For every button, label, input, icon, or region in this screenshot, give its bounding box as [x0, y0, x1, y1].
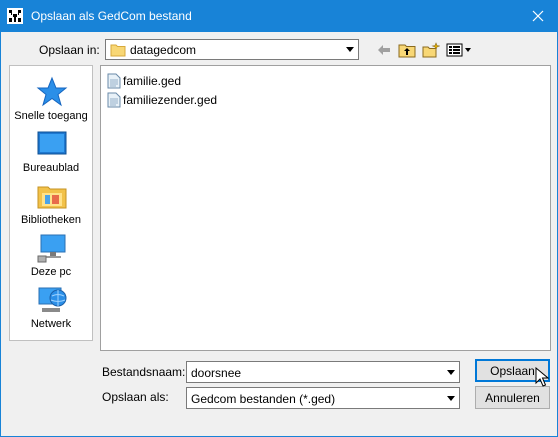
- filename-label: Bestandsnaam:: [102, 365, 186, 379]
- places-bar: Snelle toegang Bureaublad Bibliotheken D…: [9, 65, 93, 341]
- new-folder-button[interactable]: [421, 41, 441, 59]
- folder-icon: [110, 44, 126, 57]
- filename-value: doorsnee: [191, 366, 242, 380]
- save-dialog: Opslaan als GedCom bestand Opslaan in: d…: [0, 0, 558, 437]
- filetype-value: Gedcom bestanden (*.ged): [191, 392, 336, 406]
- close-icon: [532, 10, 544, 22]
- filename-input[interactable]: doorsnee: [186, 361, 460, 383]
- place-label: Snelle toegang: [14, 110, 88, 122]
- lookin-combo[interactable]: datagedcom: [105, 39, 359, 60]
- lookin-label: Opslaan in:: [39, 43, 100, 57]
- filename-dropdown-button[interactable]: [443, 362, 459, 382]
- file-name: familiezender.ged: [123, 92, 218, 107]
- file-icon: [107, 73, 121, 88]
- file-list[interactable]: familie.ged familiezender.ged: [100, 65, 551, 351]
- place-label: Bureaublad: [22, 162, 80, 174]
- dialog-title: Opslaan als GedCom bestand: [31, 9, 192, 23]
- place-label: Netwerk: [30, 318, 72, 330]
- chevron-down-icon: [346, 47, 354, 52]
- list-item[interactable]: familiezender.ged: [107, 91, 217, 108]
- file-name: familie.ged: [123, 73, 182, 88]
- new-folder-icon: [422, 42, 440, 58]
- cancel-button-label: Annuleren: [485, 390, 540, 405]
- title-bar[interactable]: Opslaan als GedCom bestand: [1, 1, 557, 32]
- filetype-label: Opslaan als:: [102, 390, 169, 404]
- place-desktop[interactable]: Bureaublad: [10, 126, 92, 178]
- place-label: Deze pc: [30, 266, 72, 278]
- view-menu-icon: [446, 43, 471, 57]
- ancestry-tree-icon: [7, 8, 23, 24]
- back-arrow-icon: [378, 45, 390, 55]
- cancel-button[interactable]: Annuleren: [475, 386, 550, 409]
- back-button[interactable]: [375, 41, 393, 59]
- network-icon: [38, 287, 67, 312]
- desktop-icon: [37, 131, 67, 155]
- save-button-label: Opslaan: [490, 363, 535, 378]
- place-quick-access[interactable]: Snelle toegang: [10, 74, 92, 126]
- place-network[interactable]: Netwerk: [10, 282, 92, 334]
- list-item[interactable]: familie.ged: [107, 72, 181, 89]
- up-folder-icon: [398, 44, 416, 58]
- chevron-down-icon: [447, 369, 455, 375]
- computer-icon: [37, 234, 66, 263]
- lookin-value: datagedcom: [130, 43, 197, 57]
- place-this-pc[interactable]: Deze pc: [10, 230, 92, 282]
- filetype-select[interactable]: Gedcom bestanden (*.ged): [186, 387, 460, 409]
- filetype-dropdown-button[interactable]: [443, 388, 459, 408]
- place-libraries[interactable]: Bibliotheken: [10, 178, 92, 230]
- lookin-dropdown-button[interactable]: [342, 40, 358, 59]
- chevron-down-icon: [447, 395, 455, 401]
- library-icon: [37, 186, 67, 209]
- view-menu-button[interactable]: [445, 41, 473, 59]
- star-icon: [36, 76, 68, 107]
- up-folder-button[interactable]: [397, 41, 417, 59]
- place-label: Bibliotheken: [21, 214, 81, 226]
- close-button[interactable]: [523, 4, 553, 28]
- file-icon: [107, 92, 121, 107]
- mouse-cursor-icon: [535, 367, 549, 387]
